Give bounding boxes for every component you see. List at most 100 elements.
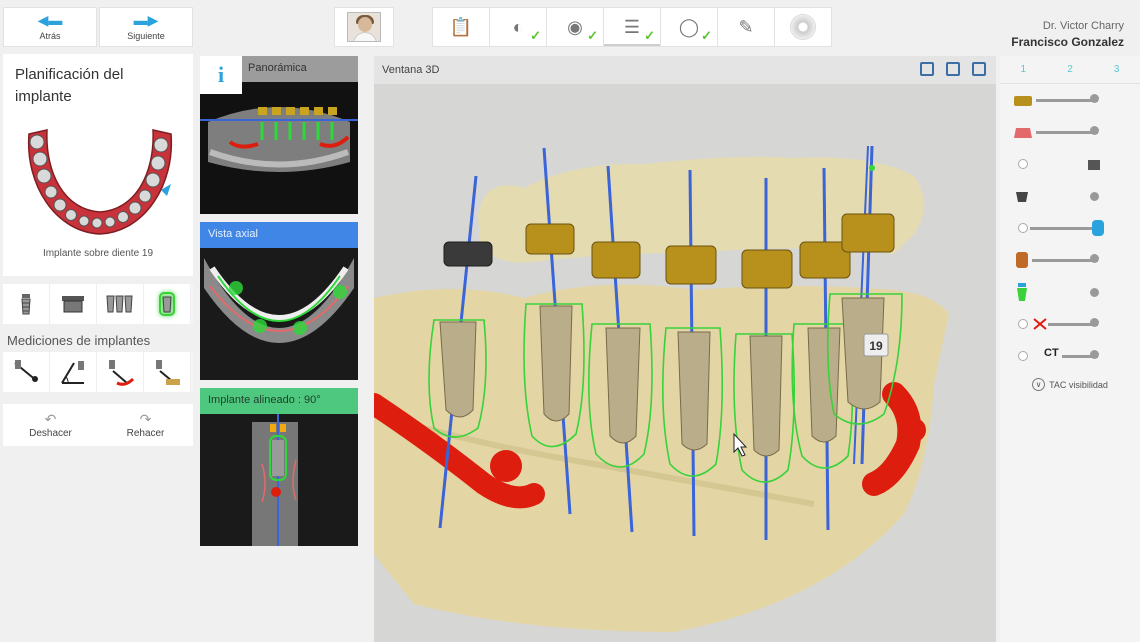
redo-button[interactable]: ↷ Rehacer	[98, 404, 193, 446]
implant-caption: Implante sobre diente 19	[42, 248, 154, 259]
tac-visibility[interactable]: ∨ TAC visibilidad	[1000, 378, 1140, 391]
implant-color-icon	[1017, 283, 1027, 301]
aligned-title: Implante alineado : 90°	[200, 388, 358, 414]
scan-opacity-row	[1000, 212, 1140, 244]
implant-body-icon	[1016, 252, 1028, 268]
sleeve-icon	[1014, 96, 1032, 106]
undo-icon: ↶	[44, 411, 57, 427]
guide-sleeve-icon	[1088, 160, 1100, 170]
window-controls	[920, 62, 986, 76]
scan-cylinder-icon	[1092, 220, 1104, 236]
gum-opacity-knob[interactable]	[1090, 126, 1099, 135]
step-scan-import[interactable]: ◐ ✓	[489, 7, 547, 47]
next-button[interactable]: ▬▶ Siguiente	[99, 7, 193, 47]
3d-window[interactable]: Ventana 3D 19	[363, 56, 996, 642]
sleeve-opacity-slider[interactable]	[1036, 99, 1098, 102]
sleeve-tool[interactable]	[50, 284, 97, 324]
3d-window-title: Ventana 3D	[382, 64, 440, 76]
3d-window-header: Ventana 3D	[374, 56, 996, 84]
measure-distance-tool[interactable]	[3, 352, 50, 392]
tab-3[interactable]: 3	[1093, 64, 1140, 75]
undo-redo-bar: ↶ Deshacer ↷ Rehacer	[3, 404, 193, 446]
selected-implant-tool[interactable]	[144, 284, 191, 324]
arrow-right-icon: ▬▶	[133, 12, 159, 28]
measure-bone-tool[interactable]	[144, 352, 191, 392]
gum-opacity-row	[1000, 116, 1140, 148]
camera-icon[interactable]	[920, 62, 934, 76]
scan-opacity-slider[interactable]	[1030, 227, 1098, 230]
scan-radio[interactable]	[1018, 223, 1028, 233]
sleeve-opacity-row	[1000, 84, 1140, 116]
top-bar: ◀▬ Atrás ▬▶ Siguiente 📋 ◐ ✓ ◉ ✓ ☰ ✓ ◯ ✓	[0, 0, 1140, 54]
back-button[interactable]: ◀▬ Atrás	[3, 7, 97, 47]
maximize-icon[interactable]	[972, 62, 986, 76]
scan-import-icon: ◐	[512, 16, 524, 37]
panel-title: Planificación del implante	[15, 66, 124, 105]
jaw-model-icon: ◉	[567, 16, 583, 37]
check-icon: ✓	[587, 28, 598, 43]
tac-label: TAC visibilidad	[1049, 379, 1108, 390]
distance-measure-icon	[14, 360, 38, 382]
sleeve-icon	[62, 296, 84, 313]
nerve-opacity-row	[1000, 308, 1140, 340]
next-label: Siguiente	[127, 31, 165, 41]
nerve-radio[interactable]	[1018, 319, 1028, 329]
grid-layout-icon[interactable]	[946, 62, 960, 76]
back-label: Atrás	[39, 31, 61, 41]
measure-angle-tool[interactable]	[50, 352, 97, 392]
step-disc[interactable]	[774, 7, 832, 47]
measurement-tools	[3, 352, 193, 392]
implant-opacity-slider[interactable]	[1032, 259, 1098, 262]
axial-title: Vista axial	[200, 222, 358, 248]
tab-2[interactable]: 2	[1047, 64, 1094, 75]
measure-nerve-tool[interactable]	[97, 352, 144, 392]
ct-radio[interactable]	[1018, 351, 1028, 361]
gum-icon	[1014, 128, 1032, 138]
multi-implant-tool[interactable]	[97, 284, 144, 324]
sleeve-opacity-knob[interactable]	[1090, 94, 1099, 103]
prescription-icon: 📋	[449, 16, 473, 37]
patient-name: Francisco Gonzalez	[1011, 35, 1124, 49]
aligned-image	[200, 414, 358, 546]
bone-toggle[interactable]	[1090, 192, 1099, 201]
multi-implant-icon	[106, 295, 133, 313]
bone-icon	[1016, 192, 1028, 202]
info-button[interactable]: i	[200, 56, 242, 94]
view-thumbnails: Panorámica Vista axial Implante alineado…	[200, 56, 358, 554]
aligned-implant-view[interactable]: Implante alineado : 90°	[200, 388, 358, 546]
nerve-opacity-knob[interactable]	[1090, 318, 1099, 327]
implant-toggle-row	[1000, 276, 1140, 308]
undo-label: Deshacer	[29, 428, 72, 439]
implant-toggle[interactable]	[1090, 288, 1099, 297]
implant-opacity-row	[1000, 244, 1140, 276]
angle-measure-icon	[61, 361, 84, 384]
gum-opacity-slider[interactable]	[1036, 131, 1098, 134]
workflow-steps: 📋 ◐ ✓ ◉ ✓ ☰ ✓ ◯ ✓ ✎	[432, 7, 832, 47]
panoramic-image	[200, 82, 358, 214]
disc-icon	[790, 14, 816, 40]
step-jaw-model[interactable]: ◉ ✓	[546, 7, 604, 47]
step-implant-planning[interactable]: ☰ ✓	[603, 7, 661, 47]
doctor-name: Dr. Victor Charry	[1042, 20, 1124, 32]
tooth-19-label[interactable]: 19	[863, 333, 889, 357]
implant-icon	[21, 294, 31, 315]
3d-scene[interactable]: 19	[363, 84, 996, 642]
jaw-preview[interactable]	[15, 114, 185, 244]
implant-opacity-knob[interactable]	[1090, 254, 1099, 263]
step-prescription[interactable]: 📋	[432, 7, 490, 47]
axial-view[interactable]: Vista axial	[200, 222, 358, 380]
implant-tool[interactable]	[3, 284, 50, 324]
step-guide[interactable]: ◯ ✓	[660, 7, 718, 47]
ct-opacity-knob[interactable]	[1090, 350, 1099, 359]
patient-button[interactable]	[334, 7, 394, 47]
check-icon: ✓	[701, 28, 712, 43]
plan-box: Planificación del implante Implante sobr…	[3, 54, 193, 276]
3d-render: 19	[363, 84, 996, 642]
guide-radio[interactable]	[1018, 159, 1028, 169]
step-export[interactable]: ✎	[717, 7, 775, 47]
implant-tools	[3, 284, 193, 324]
implant-planning-icon: ☰	[623, 16, 641, 37]
left-panel: Planificación del implante Implante sobr…	[3, 54, 193, 642]
tab-1[interactable]: 1	[1000, 64, 1047, 75]
undo-button[interactable]: ↶ Deshacer	[3, 404, 98, 446]
